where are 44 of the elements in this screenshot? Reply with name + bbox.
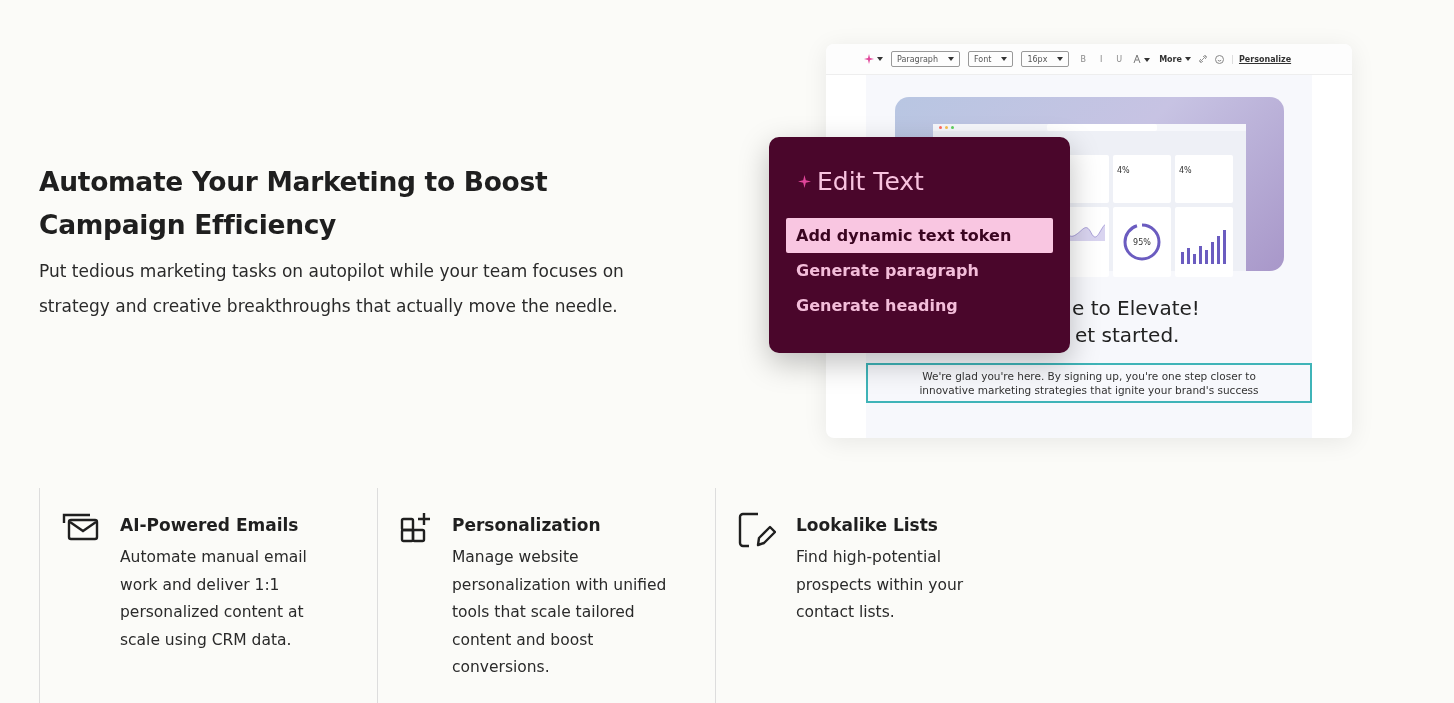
more-menu[interactable]: More xyxy=(1159,54,1191,64)
feature-title: Personalization xyxy=(452,514,602,537)
caret-icon xyxy=(1184,57,1191,61)
toolbar-select[interactable]: Font xyxy=(968,51,1014,67)
window-dot-icon xyxy=(951,126,954,129)
feature-description: Find high-potential prospects within your contact lists. xyxy=(796,547,965,623)
feature-description: Manage website personalization with unified tools that scale tailored content and boost conversions. xyxy=(452,547,668,678)
add-grid-icon xyxy=(400,512,432,544)
popup-menu-item[interactable]: Add dynamic text token xyxy=(786,218,1053,253)
email-heading: e to Elevate! xyxy=(1072,295,1201,322)
bar-chart xyxy=(1179,230,1229,264)
caret-icon xyxy=(1001,57,1008,61)
section-description: Put tedious marketing tasks on autopilot while your team focuses on strategy and creative breakthroughs that actually move the needle. xyxy=(39,260,625,318)
link-icon[interactable] xyxy=(1198,55,1207,63)
caret-icon xyxy=(877,57,883,61)
sparkle-icon xyxy=(798,175,811,188)
format-button[interactable]: I xyxy=(1096,54,1106,64)
text-style-icon[interactable] xyxy=(1133,55,1152,63)
window-dot-icon xyxy=(945,126,948,129)
caret-icon xyxy=(948,57,954,61)
sparkle-icon xyxy=(864,54,874,64)
popup-title: Edit Text xyxy=(817,167,924,196)
mail-icon xyxy=(62,512,100,542)
ai-button[interactable] xyxy=(864,54,883,64)
window-dot-icon xyxy=(939,126,942,129)
popup-menu-item[interactable]: Generate heading xyxy=(786,288,1053,323)
email-heading: et started. xyxy=(1074,322,1181,349)
popup-menu-item[interactable]: Generate paragraph xyxy=(786,253,1053,288)
feature-title: Lookalike Lists xyxy=(796,514,939,537)
format-button[interactable]: U xyxy=(1113,54,1126,64)
stat-value: 4% xyxy=(1179,166,1192,175)
stat-value: 4% xyxy=(1117,166,1130,175)
progress-ring-icon xyxy=(1122,222,1162,262)
format-button[interactable]: B xyxy=(1077,54,1089,64)
toolbar-select[interactable]: Paragraph xyxy=(891,51,960,67)
caret-icon xyxy=(1057,57,1064,61)
toolbar-select[interactable]: 16px xyxy=(1021,51,1070,67)
personalize-button[interactable]: Personalize xyxy=(1231,54,1292,64)
feature-description: Automate manual email work and deliver 1:1 personalized content at scale using CRM data. xyxy=(120,547,308,651)
section-heading: Automate Your Marketing to Boost Campaign Efficiency xyxy=(39,165,549,242)
edit-icon xyxy=(738,512,776,548)
gauge-value: 95% xyxy=(1133,237,1151,247)
email-text-block[interactable]: We're glad you're here. By signing up, you're one step closer to innovative marketing strategies that ignite your brand's success xyxy=(866,363,1312,403)
feature-title: AI-Powered Emails xyxy=(120,514,300,537)
